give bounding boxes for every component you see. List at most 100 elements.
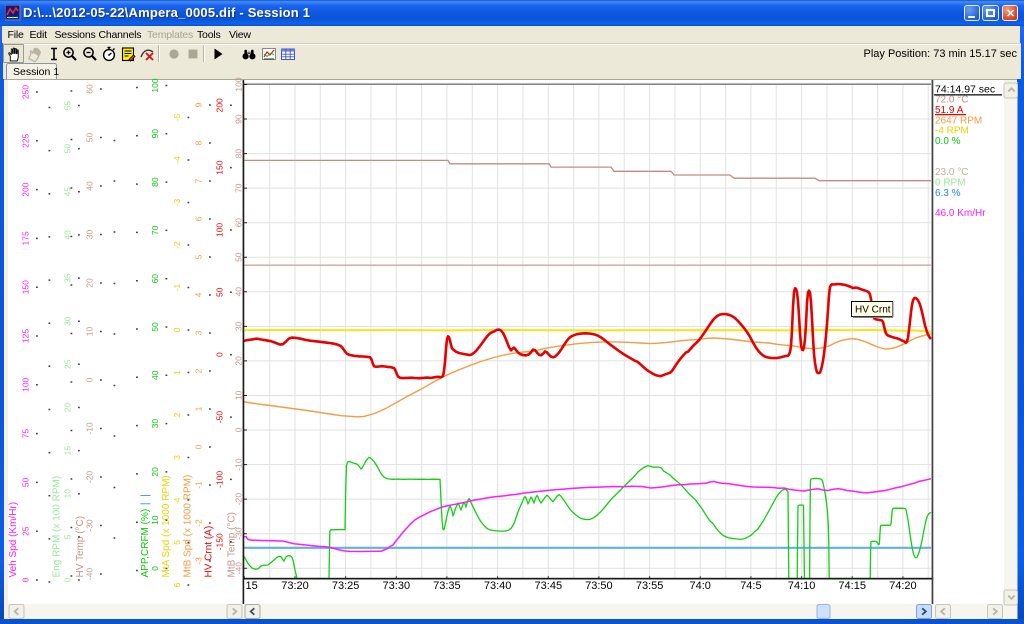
svg-text:5: 5: [63, 534, 73, 539]
svg-text:35: 35: [63, 273, 73, 283]
svg-text:0: 0: [63, 577, 73, 582]
svg-text:-10: -10: [234, 458, 244, 471]
svg-text:0: 0: [150, 566, 160, 571]
svg-text:150: 150: [21, 280, 31, 294]
svg-text:225: 225: [21, 133, 31, 147]
svg-text:74:5: 74:5: [740, 580, 761, 592]
svg-text:-3: -3: [194, 557, 204, 565]
svg-text:80: 80: [150, 177, 160, 187]
svg-text:2647 RPM: 2647 RPM: [935, 115, 982, 126]
svg-text:0.0 %: 0.0 %: [935, 136, 961, 147]
svg-text:100: 100: [234, 77, 244, 91]
svg-text:73:45: 73:45: [535, 580, 563, 592]
svg-text:30: 30: [150, 419, 160, 429]
svg-text:HV Crnt: HV Crnt: [855, 305, 891, 316]
svg-text:4: 4: [172, 497, 182, 502]
svg-text:6: 6: [194, 216, 204, 221]
svg-text:3: 3: [172, 455, 182, 460]
svg-text:MtB Spd (x 1000 RPM): MtB Spd (x 1000 RPM): [182, 475, 193, 578]
svg-text:175: 175: [21, 231, 31, 245]
svg-text:70: 70: [234, 183, 244, 193]
svg-text:150: 150: [215, 160, 225, 174]
svg-text:0: 0: [215, 352, 225, 357]
svg-text:-30: -30: [85, 519, 95, 532]
svg-text:200: 200: [215, 98, 225, 112]
svg-text:-3: -3: [172, 198, 182, 206]
svg-text:20: 20: [234, 356, 244, 366]
svg-text:50: 50: [150, 322, 160, 332]
svg-text:Veh Spd (Km/Hr): Veh Spd (Km/Hr): [8, 502, 19, 578]
svg-text:15: 15: [246, 580, 258, 592]
svg-text:40: 40: [85, 181, 95, 191]
svg-text:7: 7: [194, 178, 204, 183]
svg-text:25: 25: [63, 359, 73, 369]
svg-text:9: 9: [194, 102, 204, 107]
svg-text:-2: -2: [172, 241, 182, 249]
svg-text:25: 25: [21, 526, 31, 536]
svg-text:Eng RPM (x 100 RPM): Eng RPM (x 100 RPM): [52, 476, 63, 578]
svg-text:2: 2: [194, 368, 204, 373]
svg-text:100: 100: [21, 377, 31, 391]
svg-text:50: 50: [21, 477, 31, 487]
svg-text:-40: -40: [234, 562, 244, 575]
svg-text:-4 RPM: -4 RPM: [935, 126, 969, 137]
svg-text:50: 50: [85, 133, 95, 143]
svg-text:200: 200: [21, 182, 31, 196]
svg-text:40: 40: [150, 370, 160, 380]
svg-text:0 RPM: 0 RPM: [935, 177, 966, 188]
svg-text:-10: -10: [85, 422, 95, 435]
svg-text:23.0 °C: 23.0 °C: [935, 167, 968, 178]
svg-text:70: 70: [150, 225, 160, 235]
svg-text:10: 10: [150, 515, 160, 525]
svg-text:-20: -20: [234, 493, 244, 506]
svg-text:MtA Spd (x 1000 RPM): MtA Spd (x 1000 RPM): [161, 475, 172, 577]
svg-text:0: 0: [194, 444, 204, 449]
svg-text:2: 2: [172, 412, 182, 417]
svg-text:10: 10: [63, 489, 73, 499]
svg-text:-150: -150: [215, 533, 225, 550]
svg-text:30: 30: [234, 321, 244, 331]
svg-text:3: 3: [194, 330, 204, 335]
svg-text:-30: -30: [234, 527, 244, 540]
svg-text:0: 0: [172, 327, 182, 332]
svg-text:20: 20: [150, 467, 160, 477]
svg-text:74:10: 74:10: [788, 580, 816, 592]
svg-text:50: 50: [63, 144, 73, 154]
svg-text:20: 20: [85, 278, 95, 288]
svg-text:73:55: 73:55: [636, 580, 664, 592]
svg-text:73:20: 73:20: [281, 580, 309, 592]
svg-text:1: 1: [194, 406, 204, 411]
svg-text:55: 55: [63, 101, 73, 111]
svg-text:73:40: 73:40: [484, 580, 512, 592]
svg-text:90: 90: [150, 129, 160, 139]
svg-text:-5: -5: [172, 113, 182, 121]
svg-text:125: 125: [21, 329, 31, 343]
svg-text:50: 50: [234, 252, 244, 262]
svg-text:60: 60: [85, 84, 95, 94]
svg-text:-1: -1: [194, 481, 204, 489]
svg-text:-50: -50: [215, 411, 225, 424]
svg-text:50: 50: [215, 287, 225, 297]
svg-text:250: 250: [21, 85, 31, 99]
svg-text:30: 30: [85, 230, 95, 240]
svg-text:15: 15: [63, 446, 73, 456]
svg-text:6: 6: [172, 582, 182, 587]
svg-text:0: 0: [21, 577, 31, 582]
svg-text:1: 1: [172, 370, 182, 375]
svg-text:-1: -1: [172, 283, 182, 291]
svg-text:30: 30: [63, 316, 73, 326]
svg-text:0: 0: [85, 377, 95, 382]
svg-text:100: 100: [215, 223, 225, 237]
svg-text:-40: -40: [85, 568, 95, 581]
svg-text:5: 5: [172, 540, 182, 545]
svg-text:74:15: 74:15: [838, 580, 866, 592]
svg-text:74:20: 74:20: [889, 580, 917, 592]
svg-text:5: 5: [194, 254, 204, 259]
svg-text:40: 40: [234, 287, 244, 297]
svg-text:74:0: 74:0: [689, 580, 710, 592]
svg-text:90: 90: [234, 114, 244, 124]
svg-text:10: 10: [234, 390, 244, 400]
svg-text:73:30: 73:30: [383, 580, 411, 592]
svg-text:60: 60: [150, 274, 160, 284]
svg-text:-20: -20: [85, 471, 95, 484]
